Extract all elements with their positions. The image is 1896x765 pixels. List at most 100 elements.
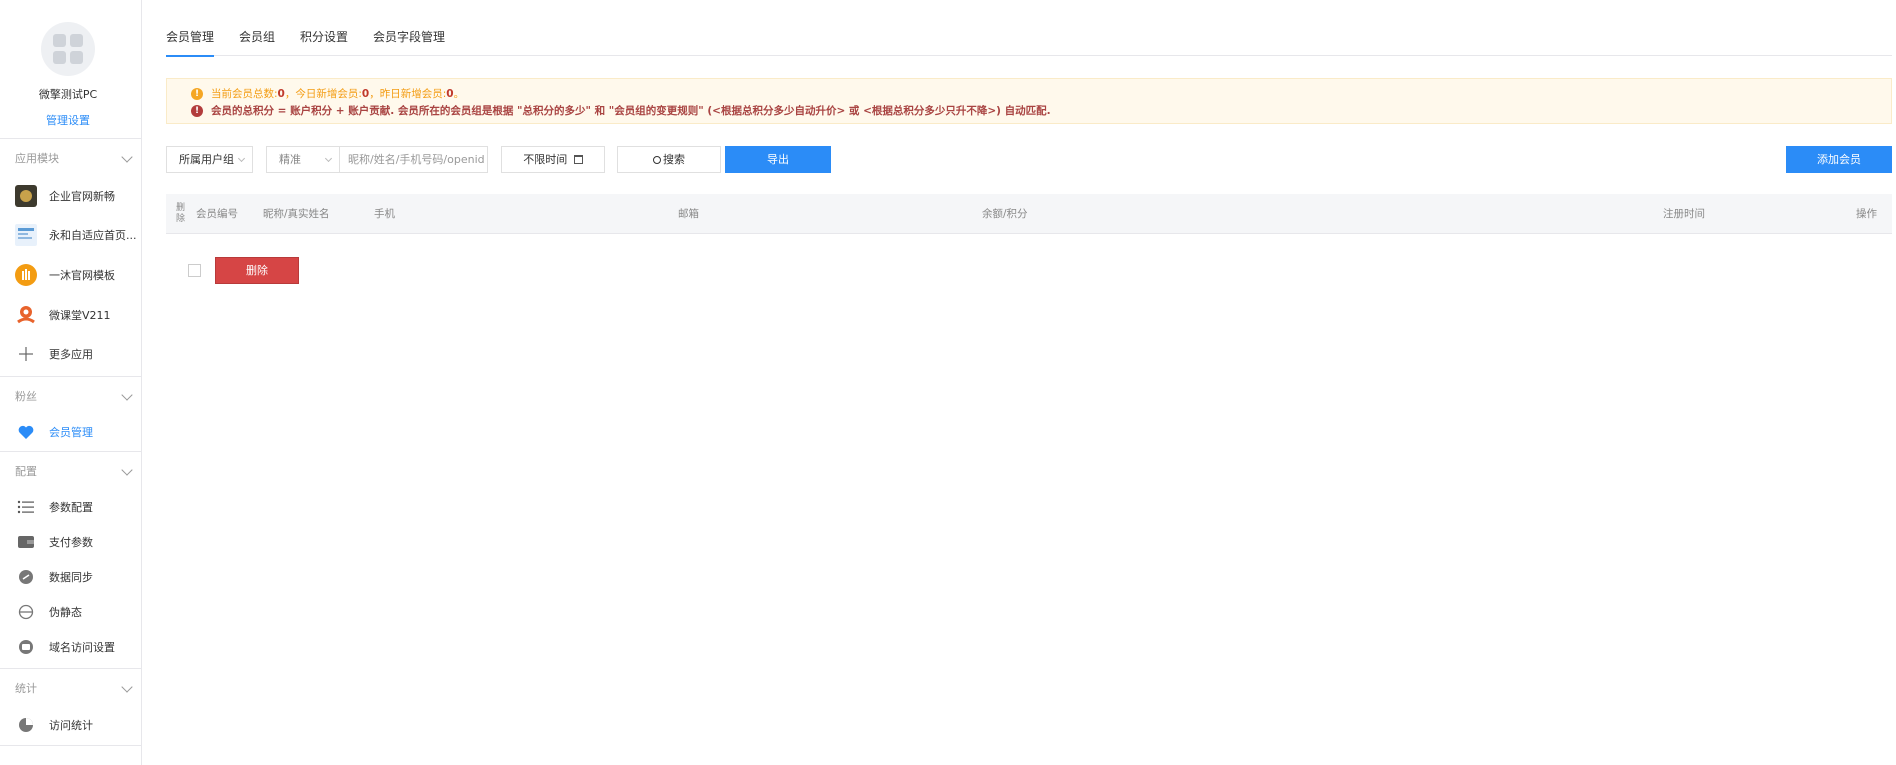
sidebar-item-label: 一沐官网模板 xyxy=(49,269,115,282)
search-icon xyxy=(653,156,661,164)
group-title: 粉丝 xyxy=(15,390,37,403)
app-thumbnail-icon xyxy=(15,264,37,286)
wallet-icon xyxy=(15,531,37,553)
sidebar-item-label: 支付参数 xyxy=(49,536,93,549)
sidebar-item-label: 微课堂V211 xyxy=(49,309,111,322)
group-stats[interactable]: 统计 xyxy=(0,668,141,708)
time-filter-button[interactable]: 不限时间 xyxy=(501,146,605,173)
search-button[interactable]: 搜索 xyxy=(617,146,721,173)
user-group-select[interactable]: 所属用户组 xyxy=(166,146,253,173)
select-all-checkbox[interactable] xyxy=(188,264,201,277)
sidebar-item-label: 永和自适应首页... xyxy=(49,229,137,242)
group-apps[interactable]: 应用模块 xyxy=(0,138,141,178)
chevron-down-icon xyxy=(121,151,133,163)
column-delete: 删除 xyxy=(176,203,186,224)
calendar-icon xyxy=(573,155,583,164)
app-thumbnail-icon xyxy=(15,224,37,246)
sidebar-item-label: 企业官网新畅 xyxy=(49,190,115,203)
group-config[interactable]: 配置 xyxy=(0,451,141,491)
sidebar-item-label: 更多应用 xyxy=(49,348,93,361)
sidebar-item-payment[interactable]: 支付参数 xyxy=(0,524,141,560)
column-balance-points: 余额/积分 xyxy=(982,208,1028,220)
static-icon xyxy=(15,601,37,623)
notice-text: ，今日新增会员: xyxy=(284,88,362,100)
chevron-down-icon xyxy=(324,154,333,163)
tab-points-settings[interactable]: 积分设置 xyxy=(300,24,348,56)
export-button[interactable]: 导出 xyxy=(725,146,831,173)
select-value: 精准 xyxy=(279,153,301,166)
sidebar-item-label: 域名访问设置 xyxy=(49,641,115,654)
list-icon xyxy=(15,496,37,518)
warning-icon: ! xyxy=(191,104,203,117)
column-register-time: 注册时间 xyxy=(1663,208,1705,220)
search-button-label: 搜索 xyxy=(663,153,685,166)
chart-icon xyxy=(15,714,37,736)
sidebar-item-static[interactable]: 伪静态 xyxy=(0,594,141,630)
today-count: 0 xyxy=(361,87,370,100)
group-fans[interactable]: 粉丝 xyxy=(0,376,141,416)
table-header: 删除 会员编号 昵称/真实姓名 手机 邮箱 余额/积分 注册时间 操作 xyxy=(166,194,1892,234)
search-input[interactable]: 昵称/姓名/手机号码/openid xyxy=(339,146,488,173)
notice-rule-text: 会员的总积分 = 账户积分 + 账户贡献. 会员所在的会员组是根据 "总积分的多… xyxy=(211,105,1051,117)
column-phone: 手机 xyxy=(374,208,395,220)
notice-rule-line: ! 会员的总积分 = 账户积分 + 账户贡献. 会员所在的会员组是根据 "总积分… xyxy=(191,102,1867,119)
time-filter-label: 不限时间 xyxy=(523,153,568,166)
column-email: 邮箱 xyxy=(678,208,699,220)
sidebar-divider xyxy=(0,745,141,746)
sidebar-item-visit-stats[interactable]: 访问统计 xyxy=(0,707,141,743)
sidebar-item-label: 访问统计 xyxy=(49,719,93,732)
chevron-down-icon xyxy=(121,681,133,693)
sidebar-item-app-2[interactable]: 永和自适应首页... xyxy=(0,217,141,253)
notice-text: 当前会员总数: xyxy=(211,88,278,100)
yesterday-count: 0 xyxy=(446,87,454,100)
tab-member-management[interactable]: 会员管理 xyxy=(166,24,215,57)
sidebar-item-app-4[interactable]: 微课堂V211 xyxy=(0,297,141,333)
plus-icon xyxy=(15,343,37,365)
app-thumbnail-icon xyxy=(15,185,37,207)
tab-member-group[interactable]: 会员组 xyxy=(239,24,275,56)
sidebar-item-app-3[interactable]: 一沐官网模板 xyxy=(0,257,141,293)
main-content: 会员管理 会员组 积分设置 会员字段管理 ! 当前会员总数: 0 ，今日新增会员: 0… xyxy=(166,0,1892,765)
sidebar-item-app-1[interactable]: 企业官网新畅 xyxy=(0,178,141,214)
column-actions: 操作 xyxy=(1856,208,1877,220)
heart-icon xyxy=(15,421,37,443)
sidebar-item-params[interactable]: 参数配置 xyxy=(0,489,141,525)
tab-bar: 会员管理 会员组 积分设置 会员字段管理 xyxy=(166,24,1892,57)
sidebar-item-more-apps[interactable]: 更多应用 xyxy=(0,336,141,372)
group-title: 统计 xyxy=(15,682,37,695)
group-title: 应用模块 xyxy=(15,152,59,165)
sidebar-item-label: 数据同步 xyxy=(49,571,93,584)
notice-stats-line: ! 当前会员总数: 0 ，今日新增会员: 0 ，昨日新增会员: 0。 xyxy=(191,85,1867,102)
app-name: 微擎测试PC xyxy=(38,88,98,101)
sync-icon xyxy=(15,566,37,588)
delete-button[interactable]: 删除 xyxy=(215,257,299,284)
app-logo-icon xyxy=(41,22,95,76)
domain-icon xyxy=(15,636,37,658)
manage-settings-link[interactable]: 管理设置 xyxy=(0,112,136,128)
sidebar-item-label: 会员管理 xyxy=(49,426,93,439)
sidebar-item-domain[interactable]: 域名访问设置 xyxy=(0,629,141,665)
notice-box: ! 当前会员总数: 0 ，今日新增会员: 0 ，昨日新增会员: 0。 ! 会员的总积分 =… xyxy=(166,78,1892,124)
info-icon: ! xyxy=(191,87,203,100)
column-member-id: 会员编号 xyxy=(196,208,238,220)
match-mode-select[interactable]: 精准 xyxy=(266,146,340,173)
chevron-down-icon xyxy=(121,464,133,476)
tab-member-fields[interactable]: 会员字段管理 xyxy=(373,24,445,56)
filter-toolbar: 所属用户组 精准 昵称/姓名/手机号码/openid 不限时间 搜索 导出 添加… xyxy=(166,146,1892,174)
bulk-actions: 删除 xyxy=(166,255,566,285)
column-nickname: 昵称/真实姓名 xyxy=(263,208,330,220)
chevron-down-icon xyxy=(237,154,246,163)
sidebar: 微擎测试PC 管理设置 应用模块 企业官网新畅 永和自适应首页... 一沐官网模… xyxy=(0,0,142,765)
notice-text: 。 xyxy=(453,88,465,100)
chevron-down-icon xyxy=(121,389,133,401)
sidebar-item-sync[interactable]: 数据同步 xyxy=(0,559,141,595)
app-thumbnail-icon xyxy=(15,304,37,326)
total-count: 0 xyxy=(277,87,285,100)
group-title: 配置 xyxy=(15,465,37,478)
notice-text: ，昨日新增会员: xyxy=(369,88,447,100)
sidebar-item-label: 伪静态 xyxy=(49,606,82,619)
sidebar-item-member-management[interactable]: 会员管理 xyxy=(0,414,141,450)
add-member-button[interactable]: 添加会员 xyxy=(1786,146,1892,173)
select-value: 所属用户组 xyxy=(179,153,234,166)
search-placeholder: 昵称/姓名/手机号码/openid xyxy=(348,153,485,166)
